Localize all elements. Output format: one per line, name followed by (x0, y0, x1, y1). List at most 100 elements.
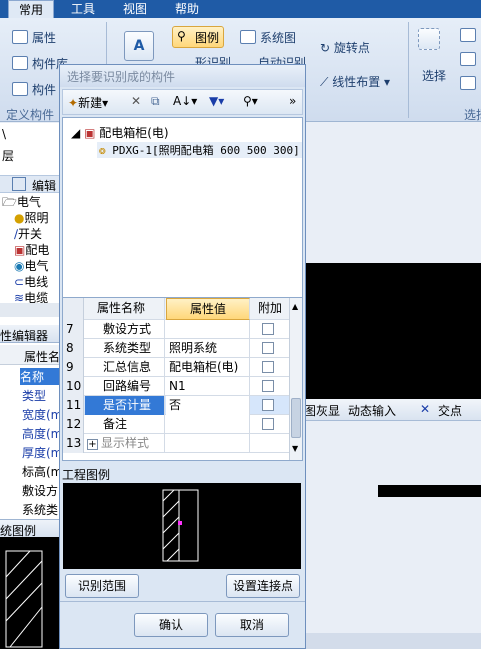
additional-cell (251, 434, 289, 453)
select-tool-icon[interactable] (460, 52, 476, 66)
table-row-selected[interactable]: 11 是否计量 否 (63, 396, 289, 415)
attribute-button[interactable]: 属性 (32, 29, 56, 46)
dropdown-arrow-icon: ▾ (102, 96, 109, 110)
property-name-cell: 汇总信息 (85, 358, 165, 377)
rotate-point-label: 旋转点 (333, 41, 370, 55)
tree-item-distribution[interactable]: ▣配电 (14, 241, 49, 258)
filter-icon[interactable]: ▼▾ (209, 94, 224, 108)
property-editor-label: 性编辑器 (0, 329, 49, 343)
table-row[interactable]: 10 回路编号 N1 (63, 377, 289, 396)
tab-common[interactable]: 常用 (8, 0, 54, 19)
property-height[interactable]: 高度(m (22, 425, 61, 442)
dynamic-input-button[interactable]: 动态输入 (348, 402, 396, 419)
property-elevation[interactable]: 标高(m (22, 463, 61, 480)
left-panel: \ 层 编辑 🗁电气 ●照明 ∕开关 ▣配电 ◉电气 ⊂电线 ≋电缆 性编辑器 … (0, 123, 62, 649)
property-grid-scrollbar[interactable]: ▲ ▼ (289, 298, 302, 460)
expand-icon[interactable]: + (87, 439, 98, 450)
table-row[interactable]: 8 系统类型 照明系统 (63, 339, 289, 358)
drawing-canvas-strip (378, 485, 481, 497)
text-recognize-icon[interactable]: A (124, 31, 154, 61)
tree-item-wire[interactable]: ⊂电线 (14, 273, 48, 290)
edit-icon[interactable] (12, 177, 26, 191)
property-value-cell[interactable]: 否 (166, 396, 250, 415)
select-button[interactable]: 选择 (422, 67, 446, 84)
table-row[interactable]: 9 汇总信息 配电箱柜(电) (63, 358, 289, 377)
copy-icon[interactable]: ⧉ (151, 94, 160, 109)
additional-checkbox[interactable] (262, 418, 274, 430)
table-row[interactable]: 12 备注 (63, 415, 289, 434)
confirm-button[interactable]: 确认 (134, 613, 208, 637)
delete-icon[interactable]: ✕ (131, 94, 141, 108)
legend-icon: ⚲ (177, 29, 186, 43)
select-icon (418, 28, 440, 50)
distribution-box-icon: ▣ (84, 126, 96, 140)
property-value-cell[interactable]: N1 (166, 377, 250, 396)
drawing-canvas[interactable] (304, 263, 481, 401)
additional-checkbox[interactable] (262, 342, 274, 354)
left-panel-row: \ (2, 127, 7, 141)
line-layout-button[interactable]: ⟋ 线性布置 ▾ (320, 73, 390, 90)
additional-checkbox[interactable] (262, 361, 274, 373)
find-icon[interactable]: ⚲▾ (243, 94, 258, 108)
additional-checkbox[interactable] (262, 323, 274, 335)
property-value-cell[interactable] (166, 320, 250, 339)
property-width[interactable]: 宽度(m (22, 406, 61, 423)
component-library-icon (12, 56, 28, 70)
tree-item-electrical-equip[interactable]: ◉电气 (14, 257, 49, 274)
recognize-range-button[interactable]: 识别范围 (65, 574, 139, 598)
select-tool-icon[interactable] (460, 28, 476, 42)
project-legend-canvas (63, 483, 301, 569)
header-property-name: 属性名称 (85, 298, 165, 320)
set-connection-point-button[interactable]: 设置连接点 (226, 574, 300, 598)
legend-button[interactable]: ⚲ 图例 (172, 26, 224, 48)
scroll-up-icon[interactable]: ▲ (292, 302, 298, 311)
left-panel-row: 层 (2, 149, 15, 163)
property-system-type[interactable]: 系统类 (22, 501, 58, 518)
collapse-icon[interactable]: ◢ (71, 126, 80, 140)
additional-cell (251, 320, 289, 339)
system-diagram-button[interactable]: 系统图 (260, 29, 296, 46)
tab-help[interactable]: 帮助 (164, 0, 210, 18)
tree-node-distribution-box[interactable]: ◢ ▣ 配电箱柜(电) (71, 124, 169, 141)
header-property-value: 属性值 (166, 298, 250, 320)
horizontal-scrollbar[interactable] (0, 303, 61, 317)
tab-view[interactable]: 视图 (112, 0, 158, 18)
component-button[interactable]: 构件 (32, 81, 56, 98)
table-row[interactable]: 7 敷设方式 (63, 320, 289, 339)
grid-corner (63, 298, 84, 320)
property-value-cell[interactable] (166, 434, 250, 453)
property-type[interactable]: 类型 (22, 387, 46, 404)
intersection-button[interactable]: 交点 (438, 402, 462, 419)
drawing-area[interactable]: 图灰显 动态输入 ✕ 交点 (304, 123, 481, 649)
select-group-label: 选择 (464, 108, 481, 122)
line-layout-label: 线性布置 (332, 75, 381, 89)
folder-icon: 🗁 (2, 195, 17, 209)
tree-node-pdxg-1[interactable]: ❂ PDXG-1[照明配电箱 600 500 300] (97, 142, 302, 158)
table-row[interactable]: 13 + 显示样式 (63, 434, 289, 453)
new-button[interactable]: ✦新建▾ (68, 94, 108, 111)
ribbon-tab-bar: 常用 工具 视图 帮助 (0, 0, 481, 19)
tree-item-lighting[interactable]: ●照明 (14, 209, 49, 226)
cancel-button[interactable]: 取消 (215, 613, 289, 637)
gray-display-button[interactable]: 图灰显 (304, 402, 340, 419)
legend-label: 图例 (195, 31, 220, 45)
more-button[interactable]: » (289, 94, 296, 108)
property-name[interactable]: 名称 (20, 368, 61, 385)
tree-item-switch[interactable]: ∕开关 (14, 225, 42, 242)
scroll-down-icon[interactable]: ▼ (292, 444, 298, 453)
additional-checkbox[interactable] (262, 399, 274, 411)
sort-button[interactable]: A↓▾ (173, 94, 197, 108)
property-laying[interactable]: 敷设方 (22, 482, 58, 499)
select-tool-icon[interactable] (460, 76, 476, 90)
property-thickness[interactable]: 厚度(m (22, 444, 61, 461)
property-value-cell[interactable]: 配电箱柜(电) (166, 358, 250, 377)
additional-checkbox[interactable] (262, 380, 274, 392)
scroll-thumb[interactable] (291, 398, 301, 438)
rotate-point-button[interactable]: ↻ 旋转点 (320, 39, 370, 56)
property-value-cell[interactable] (166, 415, 250, 434)
define-component-group-label: 定义构件 (6, 108, 55, 122)
tab-tools[interactable]: 工具 (60, 0, 106, 18)
dropdown-arrow-icon: ▾ (380, 75, 391, 89)
edit-label[interactable]: 编辑 (32, 177, 56, 194)
property-value-cell[interactable]: 照明系统 (166, 339, 250, 358)
